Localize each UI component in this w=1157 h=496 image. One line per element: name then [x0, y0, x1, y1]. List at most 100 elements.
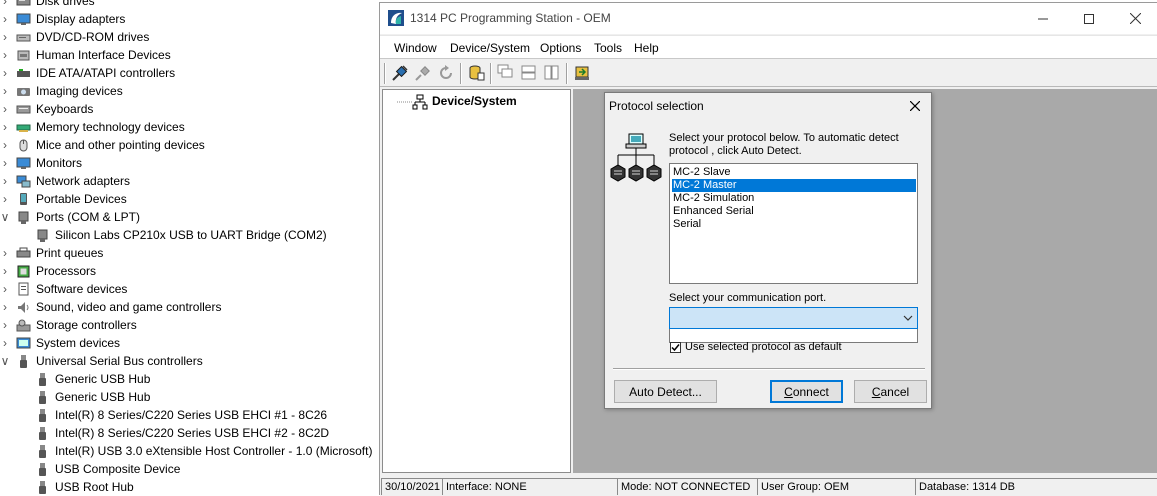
cancel-button[interactable]: Cancel [854, 380, 927, 403]
refresh-icon [440, 65, 452, 79]
device-tree-row[interactable]: USB Root Hub [0, 478, 380, 495]
device-tree-row[interactable]: ∨ Ports (COM & LPT) [0, 208, 380, 226]
chevron-down-icon[interactable]: ∨ [0, 352, 10, 370]
dialog-close-button[interactable] [905, 97, 925, 115]
device-tree-row[interactable]: Intel(R) USB 3.0 eXtensible Host Control… [0, 442, 380, 460]
device-tree-label: IDE ATA/ATAPI controllers [36, 66, 176, 80]
chevron-right-icon[interactable]: › [0, 118, 10, 136]
tile-vertical-icon [544, 65, 559, 80]
device-button[interactable] [572, 63, 592, 83]
device-tree-row[interactable]: › Processors [0, 262, 380, 280]
device-tree-row[interactable]: › Portable Devices [0, 190, 380, 208]
device-tree-row[interactable]: › Disk drives [0, 0, 380, 10]
protocol-option[interactable]: MC-2 Simulation [672, 192, 916, 205]
device-tree-row[interactable]: › IDE ATA/ATAPI controllers [0, 64, 380, 82]
device-tree-row[interactable]: USB Composite Device [0, 460, 380, 478]
maximize-button[interactable] [1066, 3, 1112, 34]
device-tree-label: Disk drives [36, 0, 95, 8]
protocol-listbox[interactable]: MC-2 Slave MC-2 Master MC-2 Simulation E… [669, 163, 918, 284]
refresh-button[interactable] [436, 63, 456, 83]
port-combobox[interactable] [669, 307, 918, 329]
protocol-option[interactable]: Enhanced Serial [672, 205, 916, 218]
protocol-option-selected[interactable]: MC-2 Master [672, 179, 916, 192]
device-tree-row[interactable]: › Imaging devices [0, 82, 380, 100]
chevron-right-icon[interactable]: › [0, 244, 10, 262]
chevron-right-icon[interactable]: › [0, 136, 10, 154]
close-button[interactable] [1112, 3, 1157, 34]
device-tree-row[interactable]: › Print queues [0, 244, 380, 262]
minimize-icon [1038, 18, 1048, 19]
chevron-right-icon[interactable]: › [0, 0, 10, 10]
device-manager-tree: › Disk drives › Display adapters › DVD/CD-ROM… [0, 0, 380, 495]
device-tree-row[interactable]: › Keyboards [0, 100, 380, 118]
device-tree-row[interactable]: › Network adapters [0, 172, 380, 190]
device-tree-label: Intel(R) USB 3.0 eXtensible Host Control… [55, 444, 373, 458]
chevron-right-icon[interactable]: › [0, 46, 10, 64]
menu-help[interactable]: Help [634, 41, 659, 55]
chevron-right-icon[interactable]: › [0, 316, 10, 334]
auto-detect-button[interactable]: Auto Detect... [614, 380, 717, 403]
menu-device-system[interactable]: Device/System [450, 41, 530, 55]
device-tree-label: Human Interface Devices [36, 48, 171, 62]
database-button[interactable] [466, 63, 486, 83]
menu-options[interactable]: Options [540, 41, 581, 55]
chevron-down-icon[interactable]: ∨ [0, 208, 10, 226]
status-interface: Interface: NONE [442, 478, 617, 495]
connect-button[interactable] [390, 63, 410, 83]
usb-icon [39, 373, 46, 386]
connect-icon [392, 65, 408, 81]
tile-horizontal-button[interactable] [519, 63, 539, 83]
protocol-option[interactable]: Serial [672, 218, 916, 231]
ide-icon [17, 69, 30, 77]
chevron-right-icon[interactable]: › [0, 82, 10, 100]
device-tree-label: Sound, video and game controllers [36, 300, 222, 314]
disk-icon [16, 0, 31, 6]
usb-icon [39, 463, 46, 476]
chevron-right-icon[interactable]: › [0, 10, 10, 28]
menu-window[interactable]: Window [394, 41, 437, 55]
device-tree-row[interactable]: ∨ Universal Serial Bus controllers [0, 352, 380, 370]
title-bar[interactable]: 1314 PC Programming Station - OEM [380, 3, 1157, 34]
device-tree-row[interactable]: › Storage controllers [0, 316, 380, 334]
device-tree-row[interactable]: › Mice and other pointing devices [0, 136, 380, 154]
chevron-right-icon[interactable]: › [0, 154, 10, 172]
device-tree-row[interactable]: › Display adapters [0, 10, 380, 28]
device-tree-row[interactable]: › DVD/CD-ROM drives [0, 28, 380, 46]
device-tree-row[interactable]: Silicon Labs CP210x USB to UART Bridge (… [0, 226, 380, 244]
device-tree-row[interactable]: › Human Interface Devices [0, 46, 380, 64]
chevron-right-icon[interactable]: › [0, 172, 10, 190]
device-tree-row[interactable]: Generic USB Hub [0, 370, 380, 388]
camera-icon [17, 88, 30, 96]
connect-dialog-button[interactable]: Connect [770, 380, 843, 403]
chevron-right-icon[interactable]: › [0, 64, 10, 82]
chevron-right-icon[interactable]: › [0, 100, 10, 118]
device-tree-row[interactable]: Intel(R) 8 Series/C220 Series USB EHCI #… [0, 424, 380, 442]
chevron-right-icon[interactable]: › [0, 28, 10, 46]
chevron-right-icon[interactable]: › [0, 298, 10, 316]
usb-icon [39, 445, 46, 458]
device-tree-row[interactable]: › Memory technology devices [0, 118, 380, 136]
device-tree-row[interactable]: Intel(R) 8 Series/C220 Series USB EHCI #… [0, 406, 380, 424]
chevron-right-icon[interactable]: › [0, 190, 10, 208]
cascade-button[interactable] [496, 63, 516, 83]
minimize-button[interactable] [1020, 3, 1066, 34]
chevron-right-icon[interactable]: › [0, 334, 10, 352]
device-tree-row[interactable]: › Software devices [0, 280, 380, 298]
tree-root-device-system[interactable]: Device/System [432, 94, 517, 108]
device-tree-label: Intel(R) 8 Series/C220 Series USB EHCI #… [55, 408, 328, 422]
device-tree-row[interactable]: › Sound, video and game controllers [0, 298, 380, 316]
default-protocol-checkbox[interactable] [670, 342, 681, 353]
mouse-icon [19, 139, 28, 152]
device-tree-row[interactable]: › System devices [0, 334, 380, 352]
chevron-right-icon[interactable]: › [0, 280, 10, 298]
disconnect-button[interactable] [413, 63, 433, 83]
device-tree-row[interactable]: Generic USB Hub [0, 388, 380, 406]
tile-vertical-button[interactable] [542, 63, 562, 83]
device-tree-row[interactable]: › Monitors [0, 154, 380, 172]
protocol-option[interactable]: MC-2 Slave [672, 166, 916, 179]
chevron-right-icon[interactable]: › [0, 262, 10, 280]
default-protocol-label[interactable]: Use selected protocol as default [685, 341, 842, 353]
dvd-icon [16, 34, 31, 42]
tree-connector [397, 101, 413, 103]
menu-tools[interactable]: Tools [594, 41, 622, 55]
